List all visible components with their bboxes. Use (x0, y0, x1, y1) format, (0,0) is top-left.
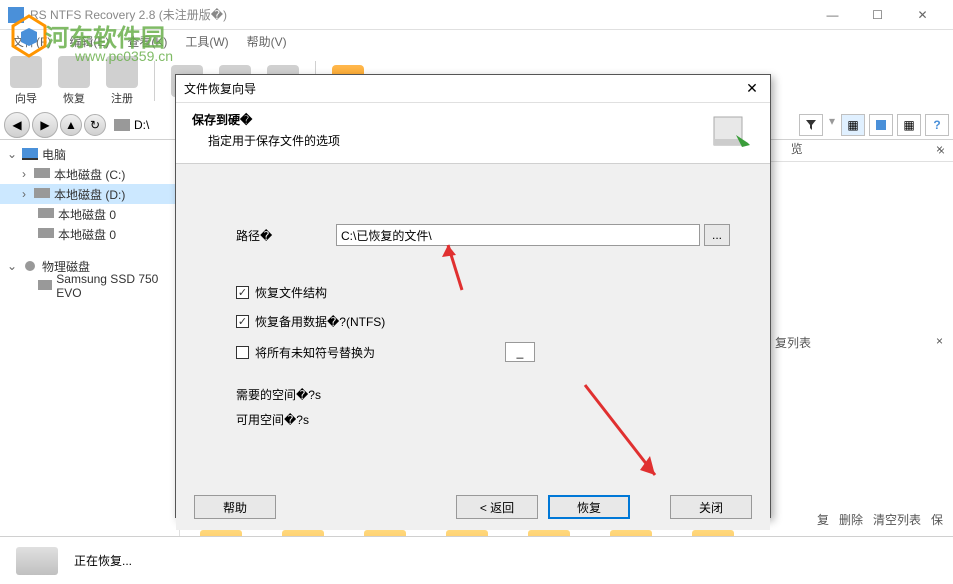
recover-button[interactable]: 恢复 (548, 495, 630, 519)
watermark-url: www.pc0359.cn (75, 48, 173, 64)
close-button[interactable]: ✕ (900, 1, 945, 29)
help-button[interactable]: 帮助 (194, 495, 276, 519)
close-button[interactable]: 关闭 (670, 495, 752, 519)
help-button[interactable]: ? (925, 114, 949, 136)
status-drive-icon (16, 547, 58, 575)
dialog-header-subtitle: 指定用于保存文件的选项 (192, 132, 706, 149)
filter-button[interactable] (799, 114, 823, 136)
tree-disk-0b[interactable]: 本地磁盘 0 (0, 224, 179, 244)
drive-icon (34, 168, 50, 180)
dialog-titlebar[interactable]: 文件恢复向导 ✕ (176, 75, 770, 103)
recover-list-label: 复列表 × (775, 334, 943, 351)
funnel-icon (805, 119, 817, 131)
back-button[interactable]: < 返回 (456, 495, 538, 519)
recovery-wizard-dialog: 文件恢复向导 ✕ 保存到硬� 指定用于保存文件的选项 路径� ... 恢复文件结… (175, 74, 771, 518)
view2-button[interactable]: ▦ (897, 114, 921, 136)
checkbox-replace[interactable] (236, 346, 249, 359)
drive-icon (38, 208, 54, 220)
preview-label: 览 × (791, 140, 943, 157)
dialog-title: 文件恢复向导 (184, 80, 742, 97)
dialog-body: 路径� ... 恢复文件结构 恢复备用数据�?(NTFS) 将所有未知符号替换为… (176, 164, 770, 484)
minimize-button[interactable]: — (810, 1, 855, 29)
path-input[interactable] (336, 224, 700, 246)
view-button[interactable]: ▦ (841, 114, 865, 136)
action-labels: 复 删除 清空列表 保 (817, 511, 943, 528)
browse-button[interactable]: ... (704, 224, 730, 246)
collapse-icon[interactable]: ⌄ (6, 147, 18, 161)
save-icon (875, 119, 887, 131)
sidebar-tree: ⌄ 电脑 › 本地磁盘 (C:) › 本地磁盘 (D:) 本地磁盘 0 本地磁盘… (0, 140, 180, 566)
collapse-icon[interactable]: ⌄ (6, 259, 18, 273)
nav-refresh-button[interactable]: ↻ (84, 114, 106, 136)
nav-up-button[interactable]: ▲ (60, 114, 82, 136)
drive-icon (38, 280, 52, 292)
toolbar-divider (154, 61, 155, 101)
replace-char-input[interactable] (505, 342, 535, 362)
disk-icon (22, 260, 38, 272)
action-save[interactable]: 保 (931, 511, 943, 528)
wizard-icon (10, 56, 42, 88)
dialog-header: 保存到硬� 指定用于保存文件的选项 (176, 103, 770, 164)
nav-back-button[interactable]: ◀ (4, 112, 30, 138)
space-available: 可用空间�?s (236, 411, 730, 428)
checkbox-replace-row[interactable]: 将所有未知符号替换为 (236, 342, 730, 362)
computer-icon (22, 148, 38, 160)
maximize-button[interactable]: ☐ (855, 1, 900, 29)
action-recover[interactable]: 复 (817, 511, 829, 528)
space-needed: 需要的空间�?s (236, 386, 730, 403)
expand-icon[interactable]: › (18, 167, 30, 181)
nav-forward-button[interactable]: ▶ (32, 112, 58, 138)
save-disk-icon (706, 111, 754, 151)
drive-icon (114, 119, 130, 131)
tree-disk-0a[interactable]: 本地磁盘 0 (0, 204, 179, 224)
tree-computer[interactable]: ⌄ 电脑 (0, 144, 179, 164)
checkbox-backup[interactable] (236, 315, 249, 328)
tree-disk-c[interactable]: › 本地磁盘 (C:) (0, 164, 179, 184)
dialog-header-title: 保存到硬� (192, 111, 706, 128)
path-label: 路径� (236, 227, 336, 244)
menu-help[interactable]: 帮助(V) (239, 31, 295, 52)
action-delete[interactable]: 删除 (839, 511, 863, 528)
drive-icon (34, 188, 50, 200)
wizard-button[interactable]: 向导 (6, 54, 46, 108)
status-text: 正在恢复... (74, 552, 132, 569)
action-clear[interactable]: 清空列表 (873, 511, 921, 528)
tree-ssd[interactable]: Samsung SSD 750 EVO (0, 276, 179, 296)
checkbox-backup-row[interactable]: 恢复备用数据�?(NTFS) (236, 313, 730, 330)
checkbox-structure-row[interactable]: 恢复文件结构 (236, 284, 730, 301)
drive-icon (38, 228, 54, 240)
statusbar: 正在恢复... (0, 536, 953, 584)
tree-disk-d[interactable]: › 本地磁盘 (D:) (0, 184, 179, 204)
expand-icon[interactable]: › (18, 187, 30, 201)
menu-tools[interactable]: 工具(W) (177, 31, 236, 52)
checkbox-structure[interactable] (236, 286, 249, 299)
dialog-footer: 帮助 < 返回 恢复 关闭 (176, 484, 770, 530)
dialog-close-button[interactable]: ✕ (742, 80, 762, 97)
save-button[interactable] (869, 114, 893, 136)
